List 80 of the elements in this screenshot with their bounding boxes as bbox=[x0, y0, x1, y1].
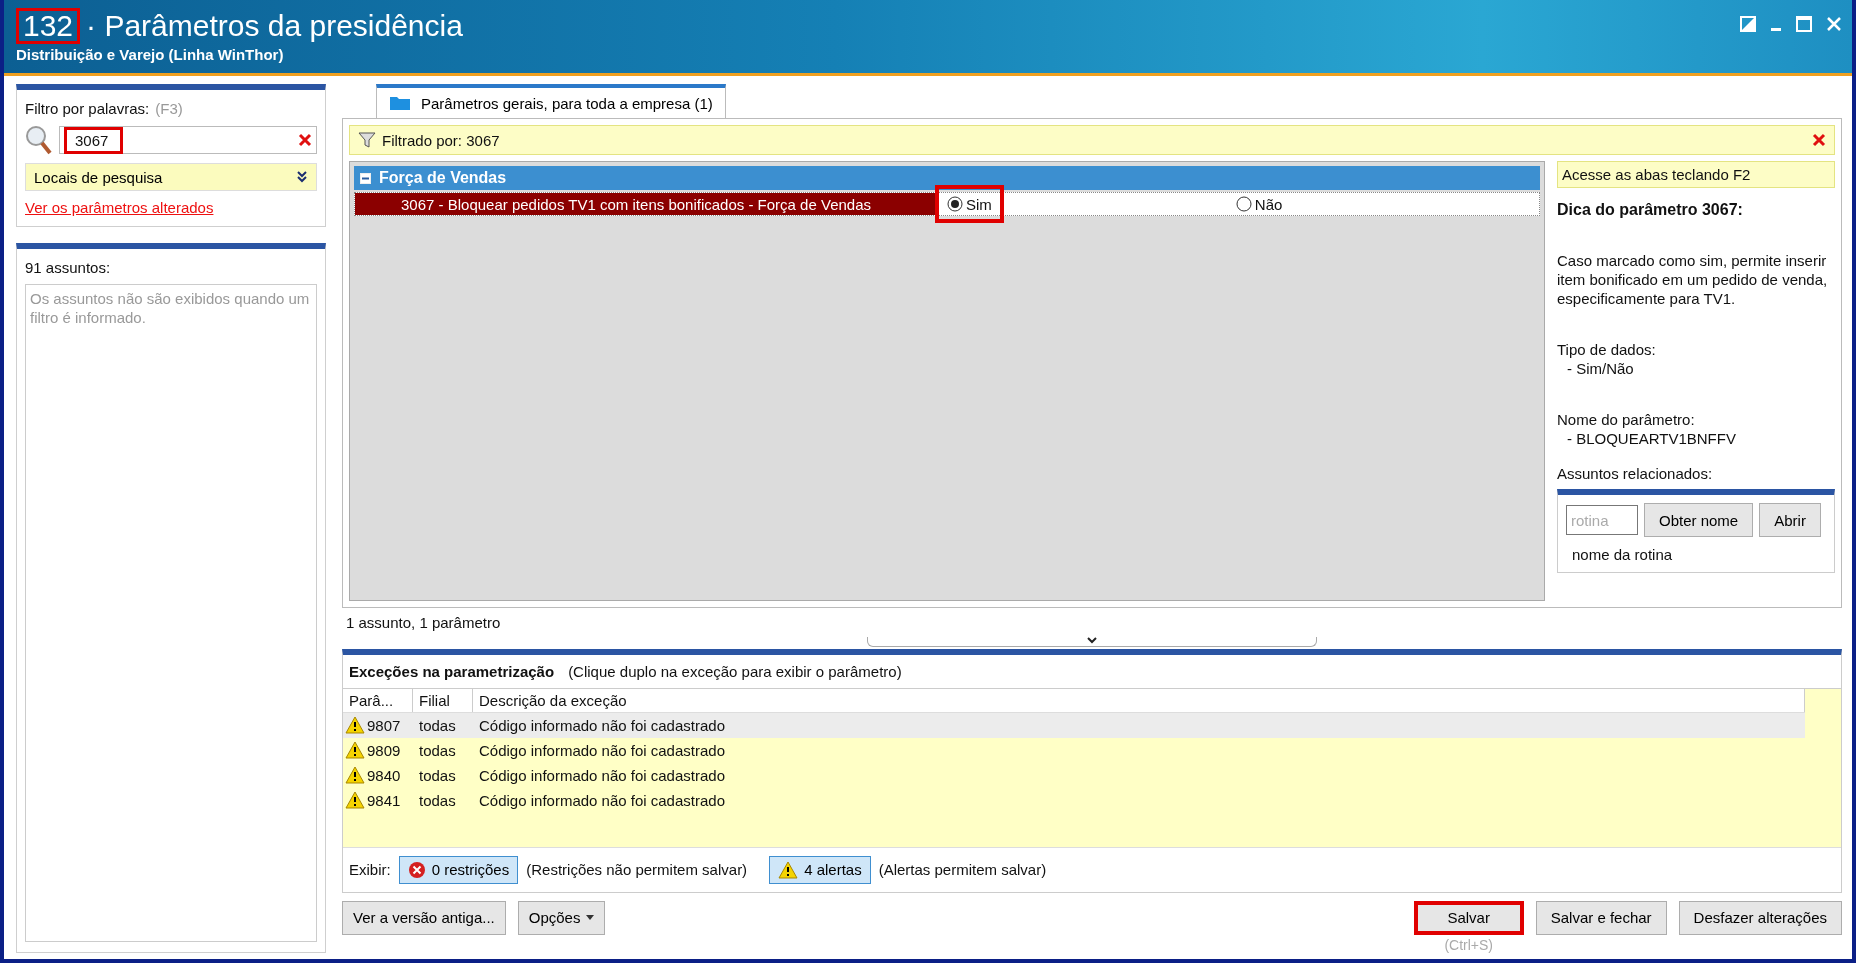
warning-icon bbox=[345, 741, 365, 760]
search-field[interactable]: 3067 bbox=[59, 126, 317, 154]
close-icon[interactable] bbox=[1812, 133, 1826, 147]
grid-status: 1 assunto, 1 parâmetro bbox=[345, 613, 502, 634]
search-locations-dropdown[interactable]: Locais de pesquisa bbox=[25, 163, 317, 191]
window-subtitle: Distribuição e Varejo (Linha WinThor) bbox=[16, 46, 285, 63]
table-cell: 9807 bbox=[367, 716, 401, 734]
action-button[interactable]: Ver a versão antiga... bbox=[342, 901, 506, 935]
warning-icon bbox=[345, 766, 365, 785]
toggle-note: (Restrições não permitem salvar) bbox=[526, 861, 748, 879]
related-label: Assuntos relacionados: bbox=[1557, 464, 1714, 483]
collapse-icon[interactable] bbox=[360, 172, 371, 184]
table-cell: Código informado não foi cadastrado bbox=[479, 716, 725, 734]
action-button[interactable]: Desfazer alterações bbox=[1678, 901, 1842, 935]
changed-parameters-link[interactable]: Ver os parâmetros alterados bbox=[25, 199, 317, 216]
table-cell: 9809 bbox=[367, 741, 401, 759]
maximize-icon[interactable] bbox=[1796, 16, 1812, 32]
routine-name: nome da rotina bbox=[1571, 545, 1674, 564]
exceptions-hint: (Clique duplo na exceção para exibir o parâmetro) bbox=[568, 662, 902, 680]
folder-icon bbox=[389, 95, 411, 111]
show-label: Exibir: bbox=[349, 861, 391, 879]
window-title: · Parâmetros da presidência bbox=[86, 9, 463, 43]
column-header[interactable]: Parâ... bbox=[343, 688, 413, 712]
tab[interactable]: Parâmetros gerais, para toda a empresa (1) bbox=[376, 84, 726, 118]
search-icon bbox=[25, 125, 53, 155]
exception-row[interactable]: 9841 todas Código informado não foi cadastrado bbox=[343, 787, 1805, 813]
exceptions-title: Exceções na parametrização bbox=[349, 662, 555, 680]
error-icon bbox=[407, 861, 426, 879]
subjects-message: Os assuntos não são exibidos quando um filtro é informado. bbox=[25, 284, 317, 942]
table-cell: todas bbox=[419, 766, 456, 784]
panel-button[interactable]: Abrir bbox=[1759, 503, 1821, 537]
tip-description: Caso marcado como sim, permite inserir item bonificado em um pedido de venda, especificamente para TV1. bbox=[1557, 251, 1829, 308]
table-cell: 9840 bbox=[367, 766, 401, 784]
exception-row[interactable]: 9807 todas Código informado não foi cadastrado bbox=[343, 712, 1805, 738]
routine-field[interactable]: rotina bbox=[1566, 505, 1638, 535]
table-cell: todas bbox=[419, 741, 456, 759]
action-button[interactable]: Salvar bbox=[1413, 901, 1524, 935]
clear-icon[interactable] bbox=[298, 133, 312, 147]
data-type-value: - Sim/Não bbox=[1566, 359, 1635, 378]
splitter-handle[interactable] bbox=[867, 637, 1317, 648]
filter-text: Filtrado por: 3067 bbox=[382, 131, 500, 149]
shortcut-hint: (Ctrl+S) bbox=[1444, 937, 1493, 953]
radio-unchecked-icon bbox=[1235, 196, 1252, 212]
routine-number: 132 bbox=[16, 8, 81, 44]
table-cell: Código informado não foi cadastrado bbox=[479, 766, 725, 784]
radio-checked-icon bbox=[947, 196, 963, 212]
filter-label: Filtro por palavras: bbox=[25, 100, 150, 117]
menu-button[interactable]: Opções bbox=[517, 901, 606, 935]
parameter-label[interactable]: 3067 - Bloquear pedidos TV1 com itens bonificados - Força de Vendas bbox=[355, 193, 935, 215]
parameter-name-value: - BLOQUEARTV1BNFFV bbox=[1566, 429, 1737, 448]
table-cell: Código informado não foi cadastrado bbox=[479, 741, 725, 759]
parameter-name-label: Nome do parâmetro: bbox=[1557, 410, 1696, 429]
data-type-label: Tipo de dados: bbox=[1557, 340, 1657, 359]
warning-icon bbox=[345, 791, 365, 810]
table-cell: todas bbox=[419, 716, 456, 734]
toggle-note: (Alertas permitem salvar) bbox=[878, 861, 1047, 879]
warning-icon bbox=[778, 861, 799, 879]
restore-icon[interactable] bbox=[1740, 16, 1756, 32]
column-header[interactable]: Descrição da exceção bbox=[473, 688, 1805, 712]
column-header[interactable]: Filial bbox=[413, 688, 473, 712]
table-cell: todas bbox=[419, 791, 456, 809]
panel-button[interactable]: Obter nome bbox=[1644, 503, 1754, 537]
table-cell: 9841 bbox=[367, 791, 401, 809]
shortcut-hint: (F3) bbox=[155, 100, 183, 117]
filter-toggle[interactable]: 0 restrições bbox=[398, 856, 519, 884]
action-button[interactable]: Salvar e fechar bbox=[1535, 901, 1667, 935]
table-cell: Código informado não foi cadastrado bbox=[479, 791, 725, 809]
group-title: Força de Vendas bbox=[379, 169, 507, 187]
subjects-count: 91 assuntos: bbox=[25, 259, 112, 276]
chevron-down-icon bbox=[1087, 637, 1097, 645]
radio-option[interactable]: Sim bbox=[935, 185, 1004, 223]
exception-row[interactable]: 9809 todas Código informado não foi cadastrado bbox=[343, 737, 1805, 763]
exception-row[interactable]: 9840 todas Código informado não foi cadastrado bbox=[343, 762, 1805, 788]
funnel-icon bbox=[358, 131, 376, 149]
shortcut-tip: Acesse as abas teclando F2 bbox=[1557, 161, 1835, 188]
caret-icon bbox=[586, 915, 595, 921]
double-chevron-icon bbox=[296, 171, 308, 183]
filter-toggle[interactable]: 4 alertas bbox=[769, 856, 871, 884]
warning-icon bbox=[345, 716, 365, 735]
tip-title: Dica do parâmetro 3067: bbox=[1557, 200, 1744, 219]
